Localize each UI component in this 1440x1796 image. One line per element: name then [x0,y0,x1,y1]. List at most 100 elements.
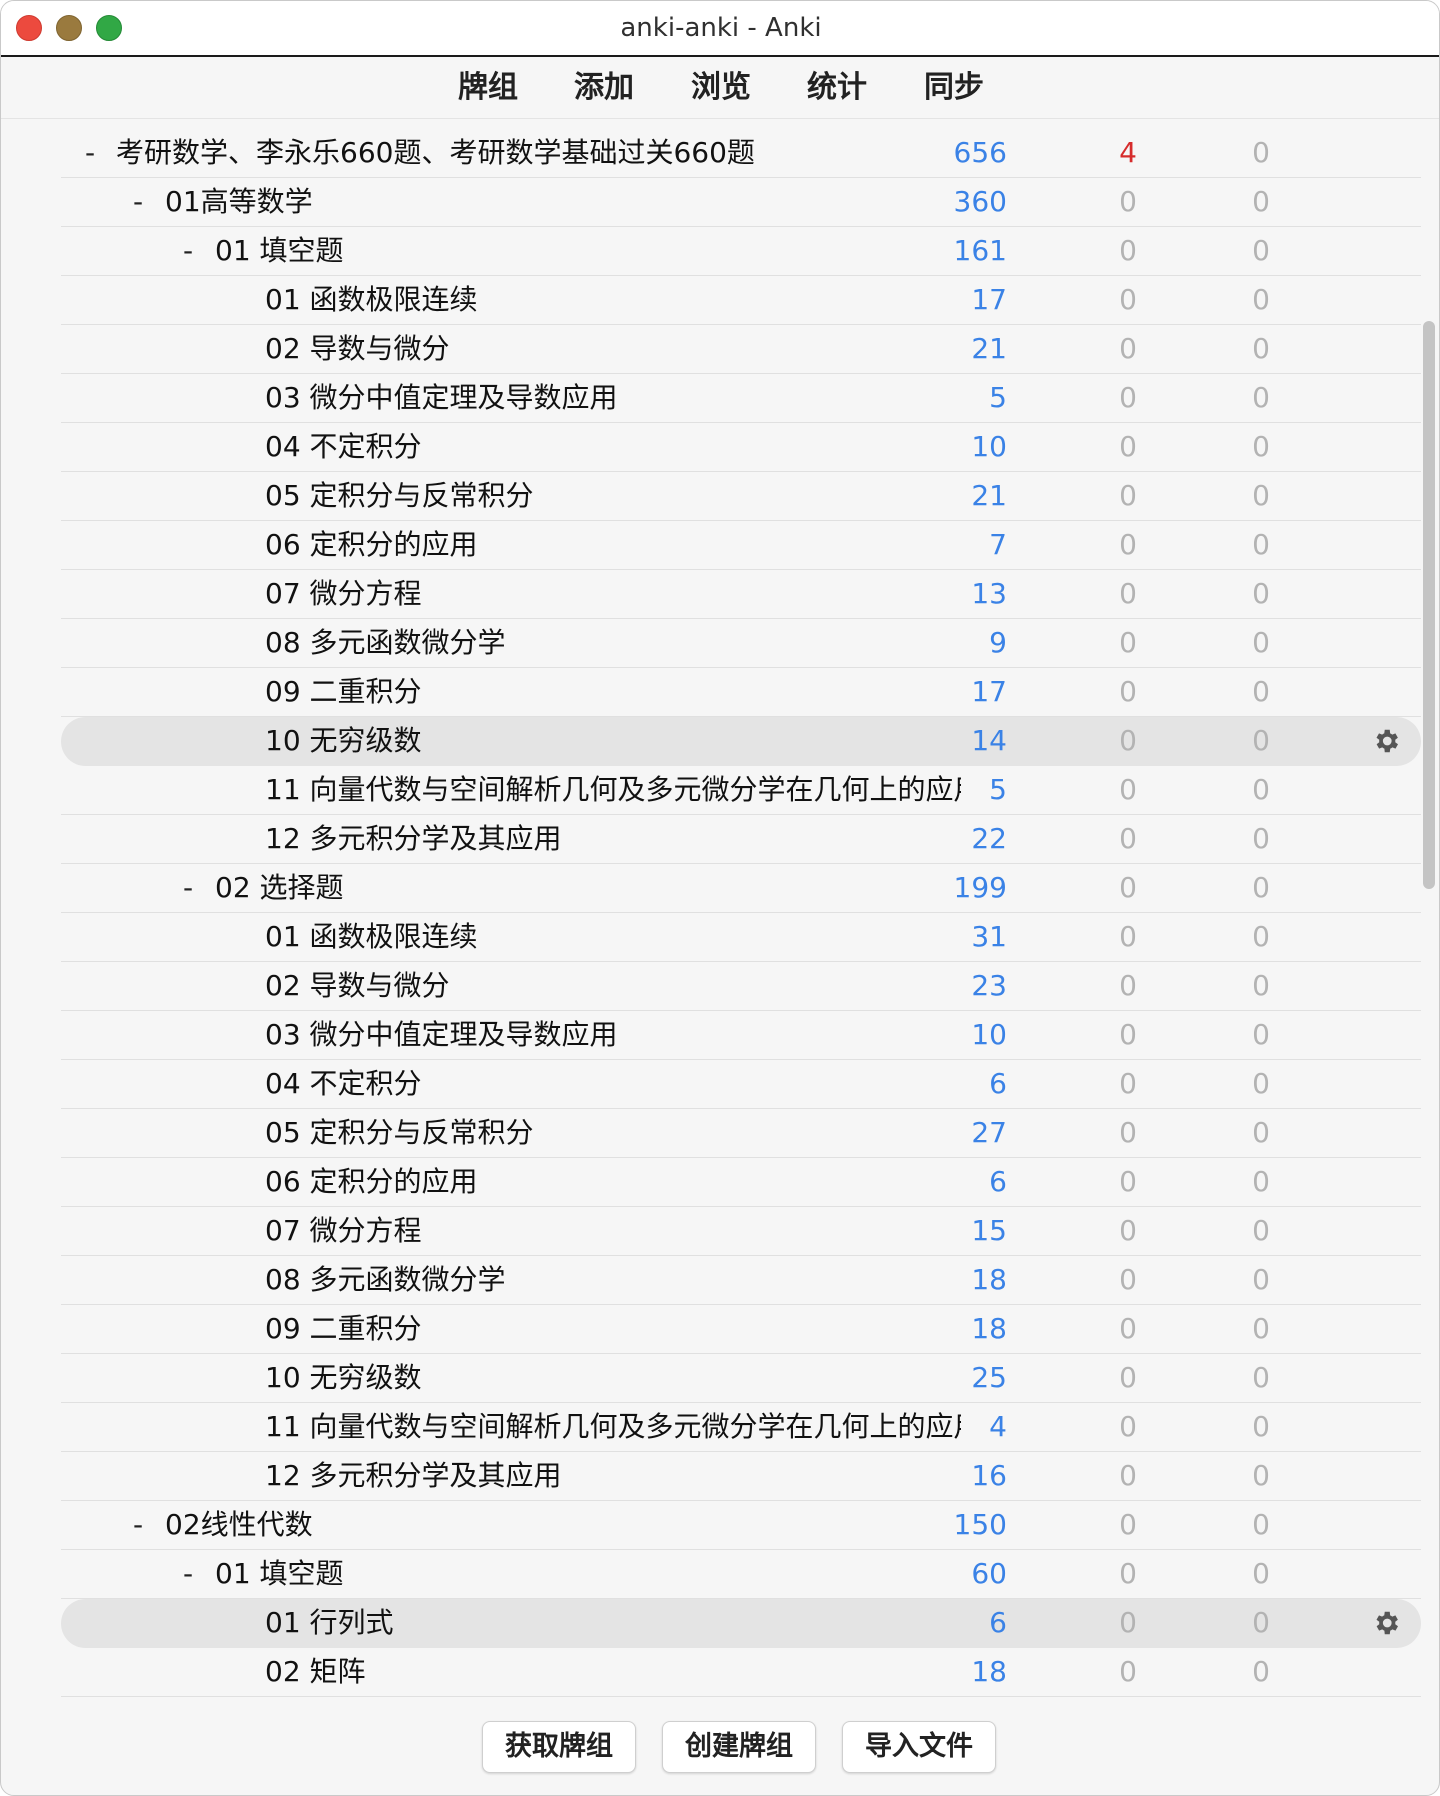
deck-name[interactable]: 01 填空题 [215,1550,961,1598]
deck-row[interactable]: 04 不定积分 6 0 0 [61,1060,1421,1109]
deck-name[interactable]: 02 选择题 [215,864,961,912]
deck-name[interactable]: 12 多元积分学及其应用 [265,815,961,863]
learn-count: 0 [1119,1606,1137,1639]
collapse-toggle[interactable]: - [127,178,149,226]
deck-list: - 考研数学、李永乐660题、考研数学基础过关660题 656 4 0-01高等数学 36… [1,129,1439,1697]
deck-row[interactable]: 03 微分中值定理及导数应用 10 0 0 [61,1011,1421,1060]
collapse-toggle[interactable]: - [177,864,199,912]
deck-name[interactable]: 08 多元函数微分学 [265,1256,961,1304]
deck-row[interactable]: -01高等数学 360 0 0 [61,178,1421,227]
deck-row[interactable]: 09 二重积分 17 0 0 [61,668,1421,717]
get-shared-button[interactable]: 获取牌组 [482,1721,636,1773]
deck-row[interactable]: 01 函数极限连续 17 0 0 [61,276,1421,325]
deck-name[interactable]: 10 无穷级数 [265,717,961,765]
learn-count: 0 [1119,871,1137,904]
deck-list-scrollbar[interactable] [1423,321,1435,889]
deck-row[interactable]: 08 多元函数微分学 9 0 0 [61,619,1421,668]
deck-row[interactable]: 03 微分中值定理及导数应用 5 0 0 [61,374,1421,423]
deck-name[interactable]: 01 函数极限连续 [265,913,961,961]
deck-name[interactable]: 04 不定积分 [265,423,961,471]
deck-row[interactable]: 06 定积分的应用 6 0 0 [61,1158,1421,1207]
deck-row[interactable]: 05 定积分与反常积分 27 0 0 [61,1109,1421,1158]
learn-count: 0 [1119,920,1137,953]
anki-window: anki-anki - Anki 牌组 添加 浏览 统计 同步 - 考研数学、李永… [0,0,1440,1796]
deck-name[interactable]: 04 不定积分 [265,1060,961,1108]
learn-count: 0 [1119,822,1137,855]
deck-name[interactable]: 02 导数与微分 [265,962,961,1010]
deck-row[interactable]: -02线性代数 150 0 0 [61,1501,1421,1550]
new-count: 10 [971,1018,1007,1051]
due-count: 0 [1252,430,1270,463]
new-count: 17 [971,675,1007,708]
deck-name[interactable]: 02 导数与微分 [265,325,961,373]
deck-row[interactable]: 09 二重积分 18 0 0 [61,1305,1421,1354]
deck-row[interactable]: -01 填空题 161 0 0 [61,227,1421,276]
deck-row[interactable]: 05 定积分与反常积分 21 0 0 [61,472,1421,521]
deck-row[interactable]: 12 多元积分学及其应用 22 0 0 [61,815,1421,864]
deck-name[interactable]: 06 定积分的应用 [265,1158,961,1206]
deck-row[interactable]: 02 导数与微分 21 0 0 [61,325,1421,374]
learn-count: 0 [1119,1655,1137,1688]
due-count: 0 [1252,675,1270,708]
deck-name[interactable]: 02 矩阵 [265,1648,961,1696]
deck-name[interactable]: 03 微分中值定理及导数应用 [265,374,961,422]
deck-row[interactable]: - 考研数学、李永乐660题、考研数学基础过关660题 656 4 0 [61,129,1421,178]
deck-name[interactable]: 07 微分方程 [265,1207,961,1255]
deck-name[interactable]: 03 微分中值定理及导数应用 [265,1011,961,1059]
collapse-toggle[interactable]: - [177,1550,199,1598]
deck-row[interactable]: 02 矩阵 18 0 0 [61,1648,1421,1697]
deck-row[interactable]: -01 填空题 60 0 0 [61,1550,1421,1599]
deck-name[interactable]: 02线性代数 [165,1501,961,1549]
deck-name[interactable]: 01 函数极限连续 [265,276,961,324]
toolbar-browse[interactable]: 浏览 [691,67,751,109]
deck-row[interactable]: 08 多元函数微分学 18 0 0 [61,1256,1421,1305]
deck-name[interactable]: 09 二重积分 [265,1305,961,1353]
new-count: 25 [971,1361,1007,1394]
toolbar-sync[interactable]: 同步 [924,67,984,109]
toolbar-decks[interactable]: 牌组 [458,67,518,109]
deck-row[interactable]: 07 微分方程 15 0 0 [61,1207,1421,1256]
create-deck-button[interactable]: 创建牌组 [662,1721,816,1773]
deck-name[interactable]: 01 填空题 [215,227,961,275]
deck-name[interactable]: 06 定积分的应用 [265,521,961,569]
deck-name[interactable]: 05 定积分与反常积分 [265,472,961,520]
deck-row[interactable]: -02 选择题 199 0 0 [61,864,1421,913]
deck-row[interactable]: 11 向量代数与空间解析几何及多元微分学在几何上的应用 5 0 0 [61,766,1421,815]
deck-row[interactable]: 02 导数与微分 23 0 0 [61,962,1421,1011]
learn-count: 0 [1119,1165,1137,1198]
deck-name[interactable]: 考研数学、李永乐660题、考研数学基础过关660题 [116,129,961,177]
collapse-toggle[interactable]: - [127,1501,149,1549]
deck-name[interactable]: 07 微分方程 [265,570,961,618]
new-count: 15 [971,1214,1007,1247]
deck-name[interactable]: 08 多元函数微分学 [265,619,961,667]
import-file-button[interactable]: 导入文件 [842,1721,996,1773]
collapse-toggle[interactable]: - [177,227,199,275]
due-count: 0 [1252,1655,1270,1688]
learn-count: 0 [1119,1410,1137,1443]
deck-name[interactable]: 01 行列式 [265,1599,961,1647]
deck-row[interactable]: 10 无穷级数 14 0 0 [61,717,1421,766]
deck-name[interactable]: 10 无穷级数 [265,1354,961,1402]
deck-row[interactable]: 12 多元积分学及其应用 16 0 0 [61,1452,1421,1501]
deck-row[interactable]: 11 向量代数与空间解析几何及多元微分学在几何上的应用 4 0 0 [61,1403,1421,1452]
deck-row[interactable]: 06 定积分的应用 7 0 0 [61,521,1421,570]
gear-icon[interactable] [1371,1608,1401,1638]
new-count: 60 [971,1557,1007,1590]
deck-name[interactable]: 12 多元积分学及其应用 [265,1452,961,1500]
due-count: 0 [1252,969,1270,1002]
deck-name[interactable]: 09 二重积分 [265,668,961,716]
deck-row[interactable]: 01 函数极限连续 31 0 0 [61,913,1421,962]
gear-icon[interactable] [1371,726,1401,756]
toolbar-stats[interactable]: 统计 [807,67,867,109]
deck-row[interactable]: 01 行列式 6 0 0 [61,1599,1421,1648]
due-count: 0 [1252,773,1270,806]
deck-name[interactable]: 11 向量代数与空间解析几何及多元微分学在几何上的应用 [265,766,961,814]
toolbar-add[interactable]: 添加 [574,67,634,109]
deck-name[interactable]: 01高等数学 [165,178,961,226]
deck-name[interactable]: 11 向量代数与空间解析几何及多元微分学在几何上的应用 [265,1403,961,1451]
deck-row[interactable]: 10 无穷级数 25 0 0 [61,1354,1421,1403]
deck-row[interactable]: 07 微分方程 13 0 0 [61,570,1421,619]
collapse-toggle[interactable]: - [79,129,101,177]
deck-row[interactable]: 04 不定积分 10 0 0 [61,423,1421,472]
deck-name[interactable]: 05 定积分与反常积分 [265,1109,961,1157]
